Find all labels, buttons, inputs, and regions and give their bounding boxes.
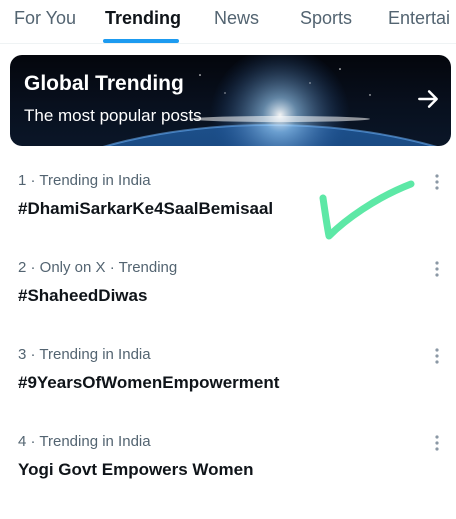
trend-context: 1 · Trending in India	[18, 172, 151, 189]
trend-name: #DhamiSarkarKe4SaalBemisaal	[18, 199, 274, 218]
tab-sports[interactable]: Sports	[300, 8, 352, 29]
tab-news[interactable]: News	[214, 8, 259, 29]
more-vertical-icon[interactable]	[428, 346, 446, 366]
arrow-right-icon[interactable]	[415, 86, 441, 112]
earth-horizon-image	[103, 55, 437, 146]
trend-name: Yogi Govt Empowers Women	[18, 460, 254, 479]
trend-name: #ShaheedDiwas	[18, 286, 148, 305]
trend-name: #9YearsOfWomenEmpowerment	[18, 373, 280, 392]
checkmark-annotation-icon	[319, 180, 415, 240]
trend-context: 4 · Trending in India	[18, 433, 151, 450]
tab-entertainment[interactable]: Entertai	[388, 8, 450, 29]
explore-tab-bar: For You Trending News Sports Entertai	[0, 0, 456, 44]
banner-subtitle: The most popular posts	[24, 106, 202, 125]
active-tab-indicator	[103, 39, 179, 43]
trend-context: 3 · Trending in India	[18, 346, 151, 363]
tab-trending[interactable]: Trending	[105, 8, 181, 29]
more-vertical-icon[interactable]	[428, 259, 446, 279]
tab-for-you[interactable]: For You	[14, 8, 76, 29]
banner-title: Global Trending	[24, 72, 184, 95]
more-vertical-icon[interactable]	[428, 433, 446, 453]
trend-context: 2 · Only on X · Trending	[18, 259, 178, 276]
global-trending-banner[interactable]: Global Trending The most popular posts	[10, 55, 451, 146]
trend-item[interactable]: 4 · Trending in India Yogi Govt Empowers…	[0, 433, 456, 519]
trend-item[interactable]: 3 · Trending in India #9YearsOfWomenEmpo…	[0, 346, 456, 432]
trend-item[interactable]: 2 · Only on X · Trending #ShaheedDiwas	[0, 259, 456, 345]
more-vertical-icon[interactable]	[428, 172, 446, 192]
